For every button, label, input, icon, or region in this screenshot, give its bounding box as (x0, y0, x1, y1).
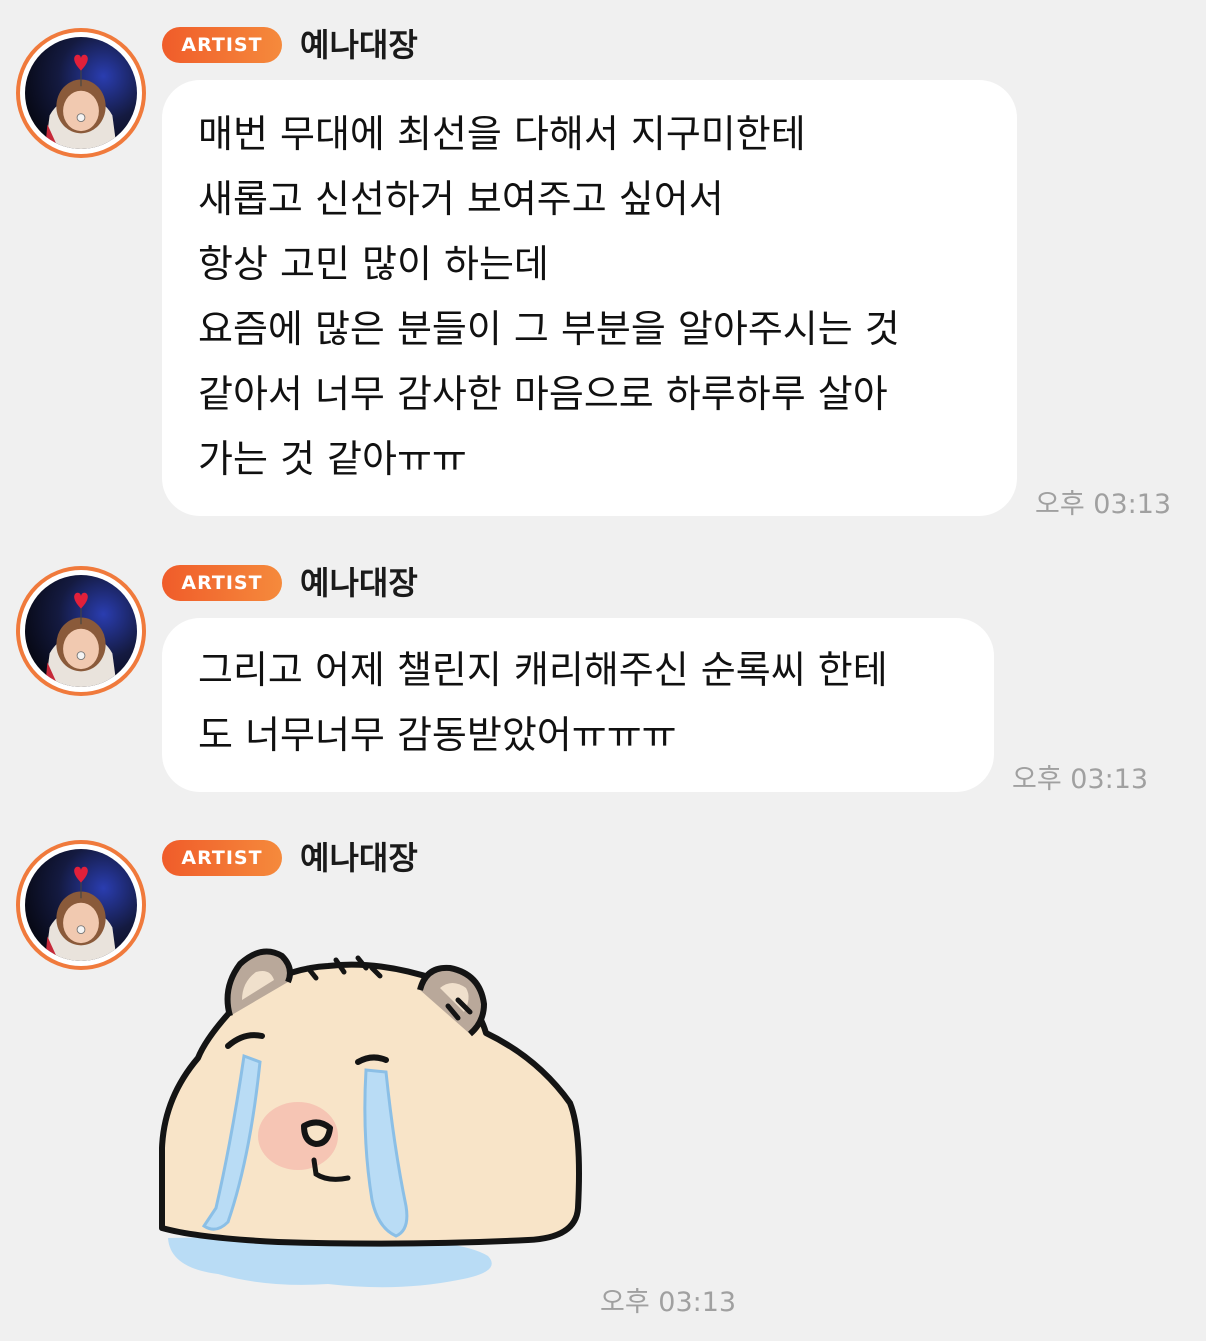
message-timestamp: 오후 03:13 (1035, 489, 1172, 520)
avatar-image (25, 849, 137, 961)
message-timestamp: 오후 03:13 (1012, 764, 1149, 795)
sender-name[interactable]: 예나대장 (300, 563, 418, 603)
artist-badge: ARTIST (162, 565, 282, 601)
message-line: 새롭고 신선하거 보여주고 싶어서 (198, 177, 724, 221)
message-bubble[interactable]: 매번 무대에 최선을 다해서 지구미한테 새롭고 신선하거 보여주고 싶어서 항… (162, 80, 1017, 516)
message-line: 항상 고민 많이 하는데 (198, 242, 549, 286)
message-line: 그리고 어제 챌린지 캐리해주신 순록씨 한테 (198, 648, 888, 692)
message-line: 같아서 너무 감사한 마음으로 하루하루 살아 (198, 372, 888, 416)
sender-name[interactable]: 예나대장 (300, 838, 418, 878)
sender-name[interactable]: 예나대장 (300, 25, 418, 65)
sender-avatar[interactable] (16, 840, 146, 970)
message-timestamp: 오후 03:13 (600, 1287, 737, 1318)
crying-capybara-sticker[interactable] (158, 938, 582, 1300)
avatar-image (25, 37, 137, 149)
message-line: 매번 무대에 최선을 다해서 지구미한테 (198, 112, 806, 156)
avatar-image (25, 575, 137, 687)
artist-badge: ARTIST (162, 27, 282, 63)
sender-avatar[interactable] (16, 28, 146, 158)
message-line: 가는 것 같아ㅠㅠ (198, 437, 467, 481)
artist-badge: ARTIST (162, 840, 282, 876)
message-line: 요즘에 많은 분들이 그 부분을 알아주시는 것 (198, 307, 900, 351)
message-line: 도 너무너무 감동받았어ㅠㅠㅠ (198, 713, 677, 757)
message-bubble[interactable]: 그리고 어제 챌린지 캐리해주신 순록씨 한테 도 너무너무 감동받았어ㅠㅠㅠ (162, 618, 994, 792)
sender-avatar[interactable] (16, 566, 146, 696)
crying-capybara-icon (159, 948, 582, 1288)
